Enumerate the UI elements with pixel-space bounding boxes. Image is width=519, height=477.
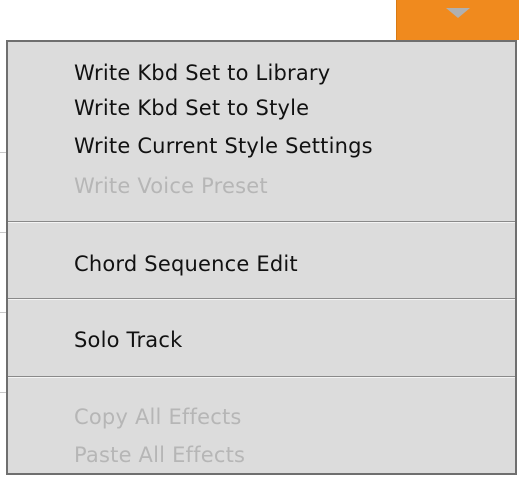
menu-item-paste-all-effects: Paste All Effects — [74, 443, 246, 467]
menu-separator — [8, 298, 515, 300]
menu-item-write-voice-preset: Write Voice Preset — [74, 174, 268, 198]
menu-item-chord-sequence-edit[interactable]: Chord Sequence Edit — [74, 249, 298, 279]
menu-item-copy-all-effects: Copy All Effects — [74, 405, 242, 429]
menu-item-write-kbd-set-to-style[interactable]: Write Kbd Set to Style — [74, 93, 309, 123]
menu-item-write-kbd-set-to-library[interactable]: Write Kbd Set to Library — [74, 58, 330, 88]
menu-item-write-current-style-settings[interactable]: Write Current Style Settings — [74, 131, 373, 161]
chevron-down-icon — [446, 8, 470, 18]
menu-separator — [8, 221, 515, 223]
menu-item-solo-track[interactable]: Solo Track — [74, 325, 183, 355]
screen: Write Kbd Set to Library Write Kbd Set t… — [0, 0, 519, 477]
menu-separator — [8, 376, 515, 378]
page-menu-button[interactable] — [396, 0, 519, 40]
page-menu-popup: Write Kbd Set to Library Write Kbd Set t… — [6, 40, 517, 475]
